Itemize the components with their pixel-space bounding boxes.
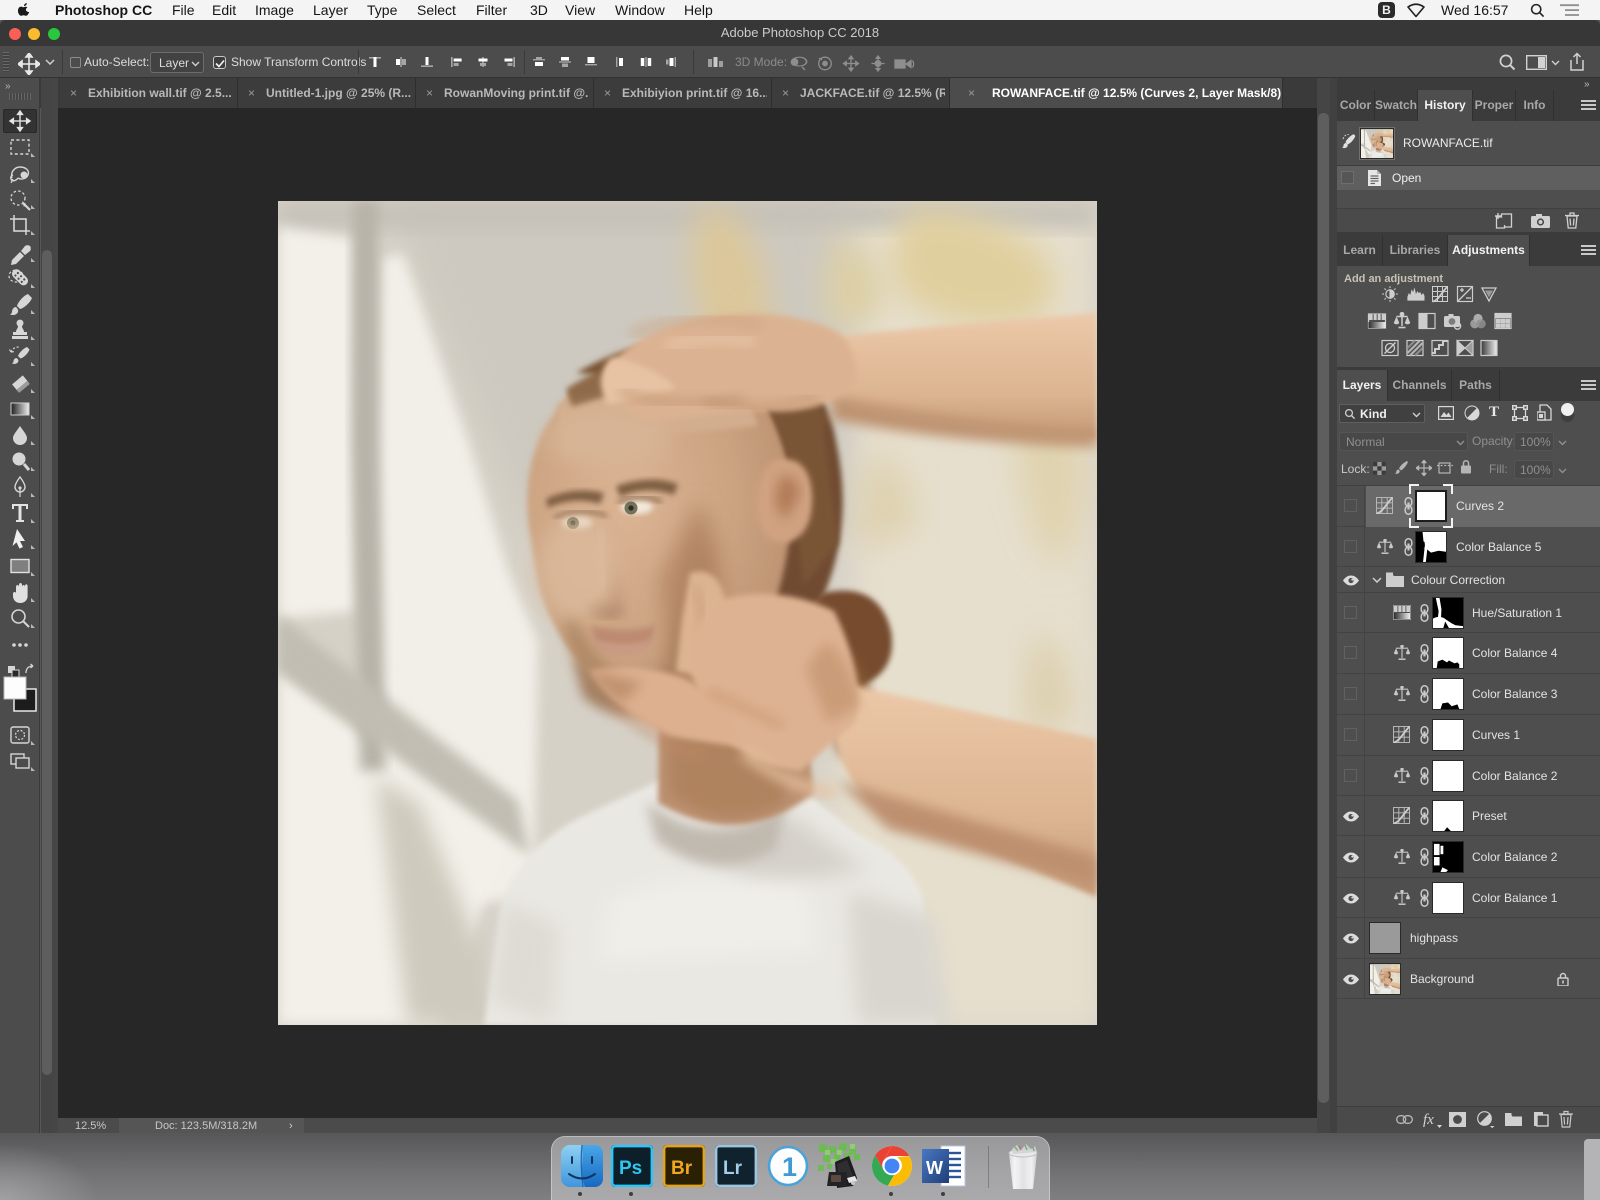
svg-text:W: W [926,1158,943,1178]
svg-text:Br: Br [671,1158,693,1179]
svg-text:Lr: Lr [723,1158,743,1179]
svg-text:Ps: Ps [619,1158,642,1179]
svg-text:fx: fx [1423,1112,1434,1128]
svg-text:1: 1 [782,1152,797,1182]
